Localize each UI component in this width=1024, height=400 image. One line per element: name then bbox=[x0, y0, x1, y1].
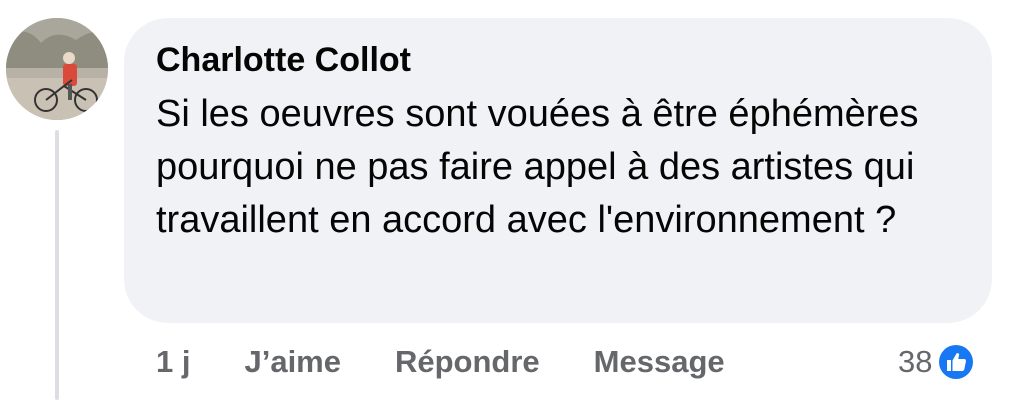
author-name[interactable]: Charlotte Collot bbox=[156, 40, 992, 80]
comment-bubble: Charlotte Collot Si les oeuvres sont vou… bbox=[124, 18, 992, 323]
reactions-summary[interactable]: 38 bbox=[898, 338, 976, 386]
like-button[interactable]: J’aime bbox=[244, 344, 341, 380]
comment: Charlotte Collot Si les oeuvres sont vou… bbox=[0, 0, 1024, 400]
comment-text: Si les oeuvres sont vouées à être éphémè… bbox=[156, 93, 919, 241]
timestamp[interactable]: 1 j bbox=[156, 344, 190, 380]
thread-line bbox=[55, 130, 59, 400]
reaction-count: 38 bbox=[898, 344, 933, 379]
comment-actions: 1 j J’aime Répondre Message bbox=[156, 338, 725, 386]
like-thumbs-up-icon bbox=[936, 342, 976, 382]
avatar-photo bbox=[6, 18, 108, 120]
reply-button[interactable]: Répondre bbox=[395, 344, 540, 380]
message-button[interactable]: Message bbox=[594, 344, 725, 380]
avatar[interactable] bbox=[6, 18, 108, 120]
